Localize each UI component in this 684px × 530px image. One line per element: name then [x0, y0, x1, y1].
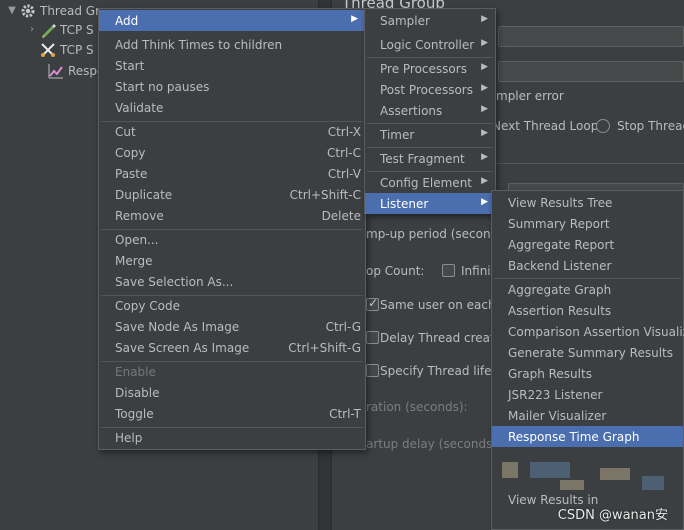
tree-item-label: TCP S: [60, 42, 94, 57]
sampler-error-label: mpler error: [496, 89, 564, 103]
menu-item-aggregate-graph[interactable]: Aggregate Graph: [492, 279, 683, 300]
tree-item-tcp-sampler-1[interactable]: › TCP S: [26, 20, 94, 39]
ramp-up-label: mp-up period (seconds: [366, 227, 505, 241]
menu-item-duplicate[interactable]: Duplicate Ctrl+Shift-C: [99, 184, 365, 205]
menu-item-copy-code[interactable]: Copy Code: [99, 295, 365, 316]
menu-item-test-fragment[interactable]: Test Fragment ▶: [365, 148, 495, 169]
menu-item-enable: Enable: [115, 364, 156, 379]
tree-item-response-graph[interactable]: Respo: [46, 61, 104, 80]
blurred-region: [600, 468, 630, 480]
submenu-arrow-icon: ▶: [481, 197, 488, 207]
infinite-checkbox[interactable]: [442, 264, 455, 277]
menu-item-start[interactable]: Start: [99, 55, 365, 76]
startup-delay-label: artup delay (seconds):: [366, 437, 502, 451]
menu-item-listener[interactable]: Listener ▶: [365, 193, 495, 214]
menu-item-jsr223-listener[interactable]: JSR223 Listener: [492, 384, 683, 405]
menu-item-open[interactable]: Open...: [99, 229, 365, 250]
loop-count-label: op Count:: [366, 264, 425, 278]
blurred-region: [560, 480, 584, 490]
menu-item-cut[interactable]: Cut Ctrl-X: [99, 121, 365, 142]
menu-item-disable[interactable]: Disable: [99, 382, 365, 403]
next-thread-loop-label: Next Thread Loop: [492, 119, 599, 133]
menu-item-mailer-visualizer[interactable]: Mailer Visualizer: [492, 405, 683, 426]
specify-lifetime-checkbox[interactable]: [366, 364, 379, 377]
menu-item-paste[interactable]: Paste Ctrl-V: [99, 163, 365, 184]
gear-icon: [20, 3, 36, 19]
menu-item-save-screen-image[interactable]: Save Screen As Image Ctrl+Shift-G: [99, 337, 365, 358]
pencil-icon: [40, 22, 56, 38]
submenu-arrow-icon: ▶: [481, 38, 488, 48]
submenu-arrow-icon: ▶: [481, 62, 488, 72]
name-field[interactable]: [498, 26, 684, 47]
chevron-right-icon[interactable]: ›: [26, 24, 38, 35]
submenu-arrow-icon: ▶: [351, 14, 358, 24]
menu-item-aggregate-report[interactable]: Aggregate Report: [492, 234, 683, 255]
submenu-arrow-icon: ▶: [481, 176, 488, 186]
menu-item-generate-summary-results[interactable]: Generate Summary Results: [492, 342, 683, 363]
menu-item-copy[interactable]: Copy Ctrl-C: [99, 142, 365, 163]
context-menu: Add ▶ Add Think Times to children Start …: [98, 8, 366, 450]
tree-item-label: Thread Gr: [40, 3, 101, 18]
menu-item-help[interactable]: Help: [99, 427, 365, 448]
menu-item-start-no-pauses[interactable]: Start no pauses: [99, 76, 365, 97]
submenu-arrow-icon: ▶: [481, 152, 488, 162]
menu-item-logic-controller[interactable]: Logic Controller ▶: [365, 34, 495, 55]
menu-item-timer[interactable]: Timer ▶: [365, 124, 495, 145]
menu-item-pre-processors[interactable]: Pre Processors ▶: [365, 58, 495, 79]
menu-item-add-think-times[interactable]: Add Think Times to children: [99, 34, 365, 55]
menu-item-graph-results[interactable]: Graph Results: [492, 363, 683, 384]
stop-thread-label: Stop Thread: [617, 119, 684, 133]
blurred-region: [502, 462, 518, 478]
comments-field[interactable]: [498, 61, 684, 82]
delay-thread-checkbox[interactable]: [366, 331, 379, 344]
menu-item-backend-listener[interactable]: Backend Listener: [492, 255, 683, 276]
menu-item-save-selection[interactable]: Save Selection As...: [99, 271, 365, 292]
stop-thread-radio[interactable]: [596, 119, 610, 133]
duration-label: ration (seconds):: [366, 400, 468, 414]
menu-item-toggle[interactable]: Toggle Ctrl-T: [99, 403, 365, 424]
menu-item-add[interactable]: Add ▶: [99, 10, 365, 31]
blurred-region: [530, 462, 570, 478]
tree-item-tcp-sampler-2[interactable]: TCP S: [38, 40, 94, 59]
same-user-checkbox[interactable]: [366, 296, 379, 311]
menu-item-assertion-results[interactable]: Assertion Results: [492, 300, 683, 321]
menu-item-comparison-assertion-visualizer[interactable]: Comparison Assertion Visualizer: [492, 321, 684, 342]
menu-item-response-time-graph[interactable]: Response Time Graph: [492, 426, 683, 447]
add-submenu: Sampler ▶ Logic Controller ▶ Pre Processor…: [364, 8, 496, 214]
menu-item-merge[interactable]: Merge: [99, 250, 365, 271]
submenu-arrow-icon: ▶: [481, 14, 488, 24]
submenu-arrow-icon: ▶: [481, 128, 488, 138]
menu-item-validate[interactable]: Validate: [99, 97, 365, 118]
menu-item-summary-report[interactable]: Summary Report: [492, 213, 683, 234]
menu-item-save-node-image[interactable]: Save Node As Image Ctrl-G: [99, 316, 365, 337]
csdn-watermark: CSDN @wanan安: [557, 508, 668, 523]
menu-item-sampler[interactable]: Sampler ▶: [365, 10, 495, 31]
menu-item-config-element[interactable]: Config Element ▶: [365, 172, 495, 193]
scissors-icon: [40, 42, 56, 58]
chevron-down-icon[interactable]: ▼: [6, 5, 18, 16]
tree-item-thread-group[interactable]: ▼ Thread Gr: [6, 1, 100, 20]
submenu-arrow-icon: ▶: [481, 83, 488, 93]
menu-item-view-results-tree[interactable]: View Results Tree: [492, 192, 683, 213]
submenu-arrow-icon: ▶: [481, 104, 488, 114]
menu-item-remove[interactable]: Remove Delete: [99, 205, 365, 226]
menu-item-assertions[interactable]: Assertions ▶: [365, 100, 495, 121]
menu-item-post-processors[interactable]: Post Processors ▶: [365, 79, 495, 100]
tree-item-label: TCP S: [60, 22, 94, 37]
graph-icon: [48, 63, 64, 79]
divider: [492, 163, 684, 164]
blurred-region: [642, 476, 664, 490]
